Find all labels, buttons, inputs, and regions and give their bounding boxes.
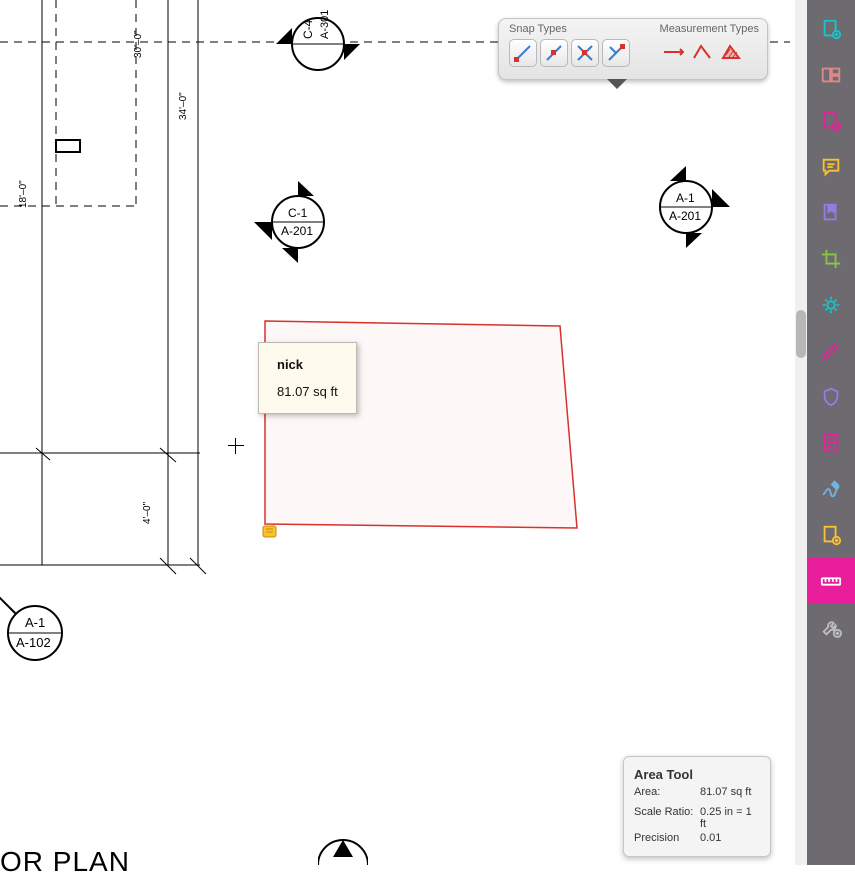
north-arrow-icon (318, 835, 368, 865)
info-area-value: 81.07 sq ft (700, 786, 751, 798)
info-title: Area Tool (634, 767, 760, 782)
snap-perpendicular-button[interactable] (602, 39, 630, 67)
edit-pen-icon[interactable] (807, 328, 855, 374)
tool-add-icon[interactable] (807, 604, 855, 650)
comment-icon[interactable] (807, 144, 855, 190)
measure-perimeter-button[interactable] (689, 39, 715, 65)
measurement-tooltip: nick 81.07 sq ft (258, 342, 357, 414)
info-area-label: Area: (634, 786, 694, 798)
crosshair-cursor (228, 438, 244, 454)
svg-text:C-4: C-4 (301, 19, 315, 39)
add-page-icon[interactable] (807, 6, 855, 52)
snap-intersection-button[interactable] (571, 39, 599, 67)
measurement-types-label: Measurement Types (660, 23, 759, 35)
snap-midpoint-button[interactable] (540, 39, 568, 67)
ruler-icon[interactable] (807, 558, 855, 604)
snap-endpoint-button[interactable] (509, 39, 537, 67)
info-scale-label: Scale Ratio: (634, 806, 694, 830)
vertical-scrollbar-track[interactable] (795, 0, 807, 865)
measure-area-button[interactable] (718, 39, 744, 65)
info-scale-value: 0.25 in = 1 ft (700, 806, 760, 830)
crop-icon[interactable] (807, 236, 855, 282)
svg-text:A-201: A-201 (669, 209, 701, 223)
section-marker-a1-lower: A-1 A-102 (0, 591, 62, 660)
vertical-scrollbar-thumb[interactable] (796, 310, 806, 358)
measure-distance-button[interactable] (660, 39, 686, 65)
tooltip-name: nick (277, 357, 338, 372)
area-tool-info-panel: Area Tool Area:81.07 sq ft Scale Ratio:0… (623, 756, 771, 857)
svg-text:A-201: A-201 (281, 224, 313, 238)
info-precision-value: 0.01 (700, 832, 721, 844)
svg-text:A-301: A-301 (319, 10, 331, 39)
info-precision-label: Precision (634, 832, 694, 844)
right-toolbar (807, 0, 855, 865)
page-plus-icon[interactable] (807, 512, 855, 558)
dim-18-0: 18'–0" (18, 180, 29, 208)
tooltip-area: 81.07 sq ft (277, 384, 338, 399)
svg-text:C-1: C-1 (288, 206, 308, 220)
snap-measurement-toolbar[interactable]: Snap Types Measurement Types (498, 18, 768, 80)
gear-badge-icon[interactable] (807, 282, 855, 328)
page-title: OR PLAN (0, 846, 130, 878)
snap-types-label: Snap Types (509, 23, 630, 35)
signature-icon[interactable] (807, 466, 855, 512)
section-marker-a1: A-1 A-201 (660, 166, 730, 248)
section-marker-c4: C-4 A-301 (276, 10, 360, 70)
dim-4-0: 4'–0" (142, 501, 153, 524)
svg-text:A-102: A-102 (16, 635, 51, 650)
page-content-icon[interactable] (807, 98, 855, 144)
svg-text:A-1: A-1 (25, 615, 45, 630)
layout-icon[interactable] (807, 52, 855, 98)
drawing-canvas[interactable]: 30'–0" 34'–0" 18'–0" 4'–0" C-4 A-301 (0, 0, 795, 865)
shield-icon[interactable] (807, 374, 855, 420)
page-bookmark-icon[interactable] (807, 190, 855, 236)
dim-34-0: 34'–0" (178, 92, 189, 120)
page-lines-icon[interactable] (807, 420, 855, 466)
section-marker-c1: C-1 A-201 (254, 181, 324, 263)
dim-30-0: 30'–0" (133, 30, 144, 58)
svg-text:A-1: A-1 (676, 191, 695, 205)
